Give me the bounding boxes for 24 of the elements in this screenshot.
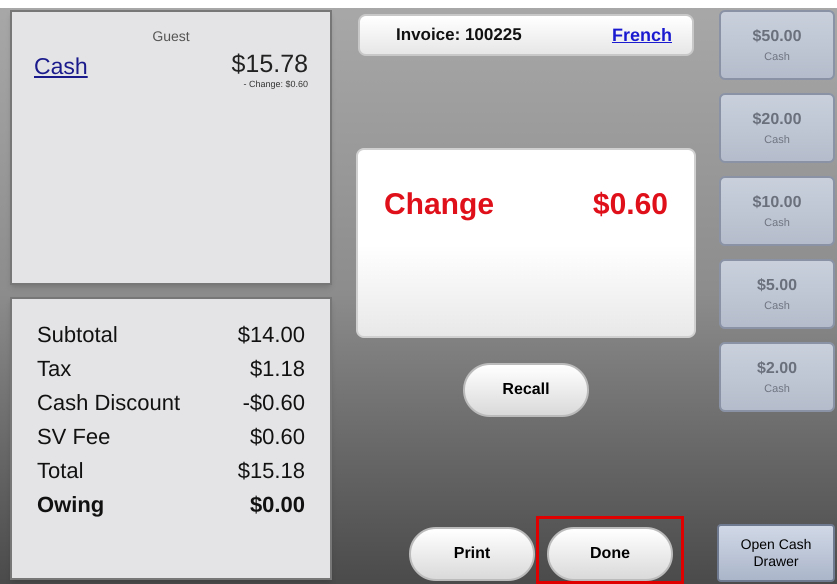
total-label: Owing <box>37 490 104 519</box>
language-link[interactable]: French <box>612 22 672 48</box>
change-amount: $0.60 <box>592 187 668 223</box>
total-value: $1.18 <box>250 354 305 382</box>
total-value: $0.00 <box>250 490 305 518</box>
action-button[interactable]: Print <box>409 527 535 581</box>
total-label: Tax <box>37 354 72 382</box>
total-value: -$0.60 <box>242 388 305 416</box>
change-label: Change <box>384 187 494 223</box>
total-value: $15.18 <box>238 456 305 484</box>
total-label: Subtotal <box>37 320 118 348</box>
change-note: - Change: $0.60 <box>243 78 308 92</box>
total-value: $0.60 <box>250 422 305 450</box>
tender-link[interactable]: Cash <box>34 49 88 84</box>
open-drawer-button[interactable]: Open Cash Drawer <box>717 524 835 582</box>
total-value: $14.00 <box>238 320 305 348</box>
tender-amount: $15.78 <box>232 49 308 80</box>
recall-button[interactable]: Recall <box>463 363 589 417</box>
total-label: Cash Discount <box>37 388 180 416</box>
total-label: SV Fee <box>37 422 110 450</box>
total-label: Total <box>37 456 84 484</box>
invoice-number: Invoice: 100225 <box>396 24 522 46</box>
action-button[interactable]: Done <box>547 527 673 581</box>
payment-header: Guest <box>152 27 190 46</box>
